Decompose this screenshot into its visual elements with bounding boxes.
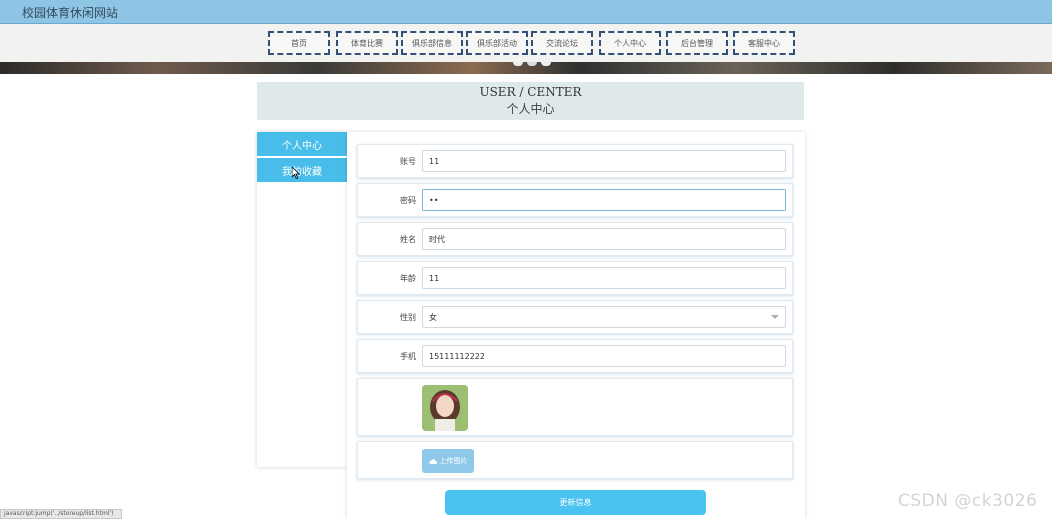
page-title-cn: 个人中心 [506,102,555,116]
profile-form: 账号 11 密码 •• 姓名 时代 年龄 11 性别 女 手机 15111112… [347,132,805,519]
avatar [422,385,468,431]
form-row-gender: 性别 女 [357,300,793,334]
name-input[interactable]: 时代 [422,228,786,250]
nav-user-center[interactable]: 个人中心 [599,31,661,55]
gender-selected-value: 女 [429,312,437,322]
sidebar-item-user-center[interactable]: 个人中心 [257,132,347,156]
form-row-age: 年龄 11 [357,261,793,295]
page-heading: USER / CENTER 个人中心 [257,82,804,120]
name-label: 姓名 [400,235,416,244]
age-input[interactable]: 11 [422,267,786,289]
update-info-button[interactable]: 更新信息 [445,490,706,515]
phone-input[interactable]: 15111112222 [422,345,786,367]
form-row-password: 密码 •• [357,183,793,217]
banner-image-strip [0,62,1052,74]
form-row-avatar [357,378,793,436]
form-row-upload: 上传图片 [357,441,793,479]
cloud-upload-icon [428,458,437,464]
watermark: CSDN @ck3026 [898,491,1038,511]
gender-label: 性别 [400,313,416,322]
sidebar: 个人中心 我的收藏 [257,132,347,467]
nav-admin[interactable]: 后台管理 [666,31,728,55]
main-nav: 首页 体育比赛 俱乐部信息 俱乐部活动 交流论坛 个人中心 后台管理 客服中心 [0,24,1052,62]
gender-select[interactable]: 女 [422,306,786,328]
nav-sports-matches[interactable]: 体育比赛 [336,31,398,55]
form-row-account: 账号 11 [357,144,793,178]
password-label: 密码 [400,196,416,205]
mouse-cursor-icon [292,167,300,179]
upload-image-button[interactable]: 上传图片 [422,449,474,473]
sidebar-item-my-favorites[interactable]: 我的收藏 [257,158,347,182]
browser-status-url: javascript:jump('../storeup/list.html') [0,509,122,519]
top-bar: 校园体育休闲网站 [0,0,1052,24]
upload-image-label: 上传图片 [439,457,468,465]
nav-club-info[interactable]: 俱乐部信息 [401,31,463,55]
nav-forum[interactable]: 交流论坛 [531,31,593,55]
site-title: 校园体育休闲网站 [22,6,119,20]
age-label: 年龄 [400,274,416,283]
account-input[interactable]: 11 [422,150,786,172]
page-title-en: USER / CENTER [479,85,582,99]
form-row-name: 姓名 时代 [357,222,793,256]
nav-club-activities[interactable]: 俱乐部活动 [466,31,528,55]
account-label: 账号 [400,157,416,166]
avatar-photo-icon [422,385,468,431]
nav-home[interactable]: 首页 [268,31,330,55]
phone-label: 手机 [400,352,416,361]
form-row-phone: 手机 15111112222 [357,339,793,373]
nav-customer-service[interactable]: 客服中心 [733,31,795,55]
chevron-down-icon [771,315,779,319]
password-input[interactable]: •• [422,189,786,211]
